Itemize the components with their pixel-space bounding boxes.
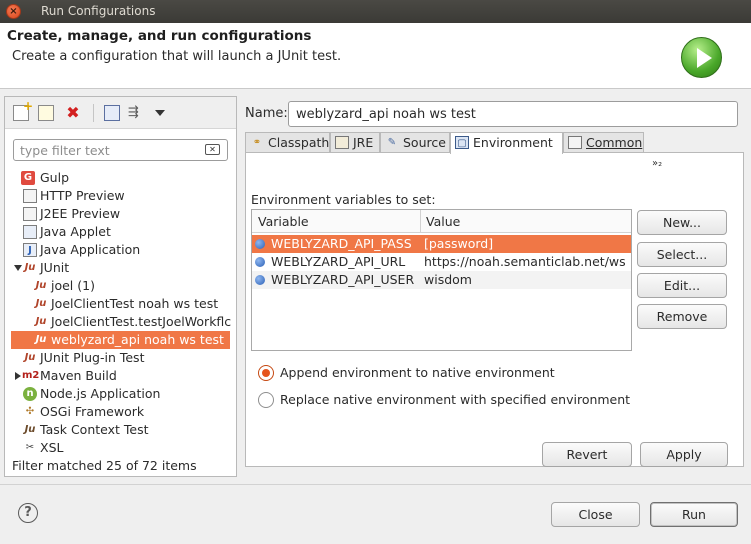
- column-header-variable[interactable]: Variable: [258, 210, 309, 233]
- jre-icon: [335, 136, 349, 149]
- tab-environment[interactable]: ▢ Environment: [450, 132, 563, 154]
- xsl-icon: ✂: [25, 442, 35, 453]
- table-row[interactable]: WEBLYZARD_API_PASS [password]: [252, 235, 631, 253]
- tree-item-junit[interactable]: Ju JUnit: [5, 259, 236, 277]
- filter-box: ✕: [13, 139, 228, 161]
- junit-icon: Ju: [35, 280, 47, 291]
- close-button[interactable]: Close: [551, 502, 640, 527]
- new-variable-button[interactable]: New...: [637, 210, 727, 235]
- table-row[interactable]: WEBLYZARD_API_URL https://noah.semanticl…: [252, 253, 631, 271]
- toolbar-divider: [93, 104, 94, 122]
- remove-variable-button[interactable]: Remove: [637, 304, 727, 329]
- tree-item-j2ee-preview[interactable]: J2EE Preview: [5, 205, 236, 223]
- tab-common[interactable]: Common: [563, 132, 644, 153]
- tree-item-junit-plugin-test[interactable]: Ju JUnit Plug-in Test: [5, 349, 236, 367]
- classpath-icon: ⚭: [252, 137, 262, 148]
- configuration-editor-pane: Name: ⚭ Classpath JRE ✎ Source ▢ Environ…: [239, 96, 747, 477]
- nodejs-icon: n: [23, 387, 37, 401]
- run-large-icon: [681, 37, 722, 78]
- java-application-icon: J: [23, 243, 37, 257]
- environment-icon: ▢: [455, 136, 469, 149]
- java-applet-icon: [23, 225, 37, 239]
- name-input[interactable]: [288, 101, 738, 127]
- env-variable-icon: [255, 239, 265, 249]
- edit-variable-button[interactable]: Edit...: [637, 273, 727, 298]
- view-menu-chevron-down-icon[interactable]: [155, 110, 165, 116]
- window-title: Run Configurations: [41, 4, 156, 18]
- replace-env-radio[interactable]: [258, 392, 274, 408]
- expand-arrow-down-icon[interactable]: [14, 265, 22, 271]
- column-divider: [420, 210, 421, 233]
- tab-jre[interactable]: JRE: [330, 132, 380, 153]
- document-icon: [23, 207, 37, 221]
- junit-icon: Ju: [35, 298, 47, 309]
- tree-item-joel[interactable]: Ju joel (1): [5, 277, 236, 295]
- header-title: Create, manage, and run configurations: [7, 28, 312, 44]
- config-toolbar: ✖ ⇶: [5, 97, 236, 129]
- table-header: Variable Value: [252, 210, 631, 233]
- filter-status: Filter matched 25 of 72 items: [12, 458, 197, 473]
- junit-icon: Ju: [35, 334, 47, 345]
- append-env-radio[interactable]: [258, 365, 274, 381]
- env-variable-icon: [255, 275, 265, 285]
- help-icon[interactable]: ?: [18, 503, 38, 523]
- tree-item-http-preview[interactable]: HTTP Preview: [5, 187, 236, 205]
- tree-item-weblyzard-api-selected[interactable]: Ju weblyzard_api noah ws test: [11, 331, 230, 349]
- document-icon: [23, 189, 37, 203]
- name-label: Name:: [245, 106, 288, 121]
- new-launch-config-icon[interactable]: [13, 99, 33, 121]
- delete-config-icon[interactable]: ✖: [65, 105, 81, 121]
- dialog-header: Create, manage, and run configurations C…: [0, 23, 751, 89]
- duplicate-config-icon[interactable]: [38, 105, 54, 121]
- gulp-icon: G: [21, 171, 35, 185]
- run-button[interactable]: Run: [650, 502, 738, 527]
- tree-item-osgi-framework[interactable]: ✣ OSGi Framework: [5, 403, 236, 421]
- footer-divider: [0, 484, 751, 485]
- column-header-value[interactable]: Value: [426, 210, 460, 233]
- tree-item-nodejs-application[interactable]: n Node.js Application: [5, 385, 236, 403]
- source-icon: ✎: [387, 137, 397, 148]
- window-close-button[interactable]: ×: [6, 4, 21, 19]
- tree-item-joelclienttest-workflow[interactable]: Ju JoelClientTest.testJoelWorkflc: [5, 313, 236, 331]
- env-variables-label: Environment variables to set:: [251, 192, 436, 207]
- clear-filter-icon[interactable]: ✕: [205, 144, 220, 155]
- title-bar: × Run Configurations: [0, 0, 751, 23]
- collapse-all-icon[interactable]: [104, 105, 120, 121]
- tree-item-joelclienttest-noah[interactable]: Ju JoelClientTest noah ws test: [5, 295, 236, 313]
- tree-item-task-context-test[interactable]: Ju Task Context Test: [5, 421, 236, 439]
- header-description: Create a configuration that will launch …: [12, 49, 342, 64]
- table-row[interactable]: WEBLYZARD_API_USER wisdom: [252, 271, 631, 289]
- tree-item-java-application[interactable]: J Java Application: [5, 241, 236, 259]
- tree-item-maven-build[interactable]: m2 Maven Build: [5, 367, 236, 385]
- maven-icon: m2: [22, 370, 40, 381]
- filter-input[interactable]: [14, 140, 194, 160]
- env-variable-icon: [255, 257, 265, 267]
- filter-configs-icon[interactable]: ⇶: [128, 105, 144, 121]
- junit-plugin-icon: Ju: [24, 352, 36, 363]
- tab-source[interactable]: ✎ Source: [380, 132, 450, 153]
- configuration-list-pane: ✖ ⇶ ✕ G Gulp HTTP Preview J2EE Preview J…: [4, 96, 237, 477]
- tree-item-java-applet[interactable]: Java Applet: [5, 223, 236, 241]
- expand-arrow-right-icon[interactable]: [15, 372, 21, 380]
- junit-icon: Ju: [24, 262, 36, 273]
- env-variables-table: Variable Value WEBLYZARD_API_PASS [passw…: [251, 209, 632, 351]
- select-variable-button[interactable]: Select...: [637, 242, 727, 267]
- tab-classpath[interactable]: ⚭ Classpath: [245, 132, 330, 153]
- common-icon: [568, 136, 582, 149]
- task-context-icon: Ju: [24, 424, 36, 435]
- config-tabs: ⚭ Classpath JRE ✎ Source ▢ Environment C…: [245, 132, 745, 154]
- tab-overflow-chevron-icon[interactable]: »₂: [652, 158, 662, 169]
- apply-button[interactable]: Apply: [640, 442, 728, 467]
- revert-button[interactable]: Revert: [542, 442, 632, 467]
- osgi-icon: ✣: [25, 406, 35, 417]
- junit-icon: Ju: [35, 316, 47, 327]
- tree-item-xsl[interactable]: ✂ XSL: [5, 439, 236, 457]
- tree-item-gulp[interactable]: G Gulp: [5, 169, 236, 187]
